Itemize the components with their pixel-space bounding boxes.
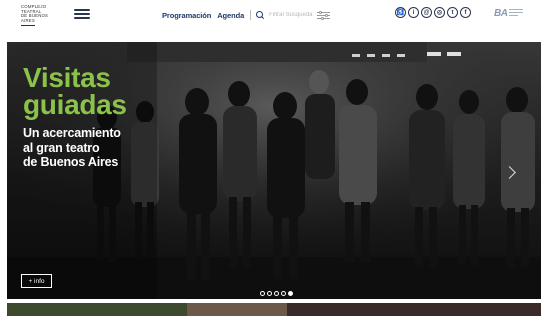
carousel-dot[interactable] [281, 291, 286, 296]
chevron-right-icon[interactable] [505, 166, 515, 180]
page: COMPLEJO TEATRAL DE BUENOS AIRES Program… [0, 0, 541, 316]
twitter-icon[interactable]: t [447, 7, 458, 18]
carousel-dot[interactable] [288, 291, 293, 296]
nav-programacion[interactable]: Programación [162, 11, 211, 20]
carousel-dot[interactable] [260, 291, 265, 296]
preview-image [7, 303, 541, 316]
facebook-icon[interactable]: f [460, 7, 471, 18]
next-section-preview [7, 303, 541, 316]
carousel-dot[interactable] [267, 291, 272, 296]
ba-logo-lines [509, 9, 524, 18]
hero-subtitle-line-3: de Buenos Aires [23, 155, 119, 169]
carousel-dot[interactable] [274, 291, 279, 296]
main-nav: Programación Agenda [162, 9, 331, 21]
site-logo[interactable]: COMPLEJO TEATRAL DE BUENOS AIRES [21, 4, 61, 27]
menu-icon[interactable] [74, 9, 90, 19]
filter-icon[interactable] [317, 10, 331, 20]
social-links: ♿ i @ ◎ t f [395, 7, 471, 18]
header: COMPLEJO TEATRAL DE BUENOS AIRES Program… [0, 0, 541, 38]
nav-agenda[interactable]: Agenda [217, 11, 244, 20]
search-icon[interactable] [256, 10, 265, 20]
more-info-button[interactable]: + info [21, 274, 52, 288]
hero-title: Visitas guiadas [23, 62, 127, 120]
logo-underline [21, 25, 35, 27]
hero-title-line-2: guiadas [23, 89, 127, 120]
ba-logo-text: BA [494, 8, 508, 19]
info-icon[interactable]: i [408, 7, 419, 18]
hero-carousel: Visitas guiadas Un acercamiento al gran … [7, 42, 541, 299]
hero-subtitle-line-2: al gran teatro [23, 140, 100, 155]
hero-subtitle: Un acercamiento al gran teatro de Buenos… [23, 126, 121, 170]
hero-title-line-1: Visitas [23, 62, 111, 93]
accessibility-icon[interactable]: ♿ [395, 7, 406, 18]
logo-line-4: AIRES [21, 17, 35, 23]
carousel-dots [260, 291, 293, 296]
email-icon[interactable]: @ [421, 7, 432, 18]
ba-logo[interactable]: BA [494, 8, 524, 19]
nav-divider [250, 10, 252, 20]
instagram-icon[interactable]: ◎ [434, 7, 445, 18]
hero-subtitle-line-1: Un acercamiento [23, 126, 121, 140]
search-input[interactable] [269, 12, 315, 18]
